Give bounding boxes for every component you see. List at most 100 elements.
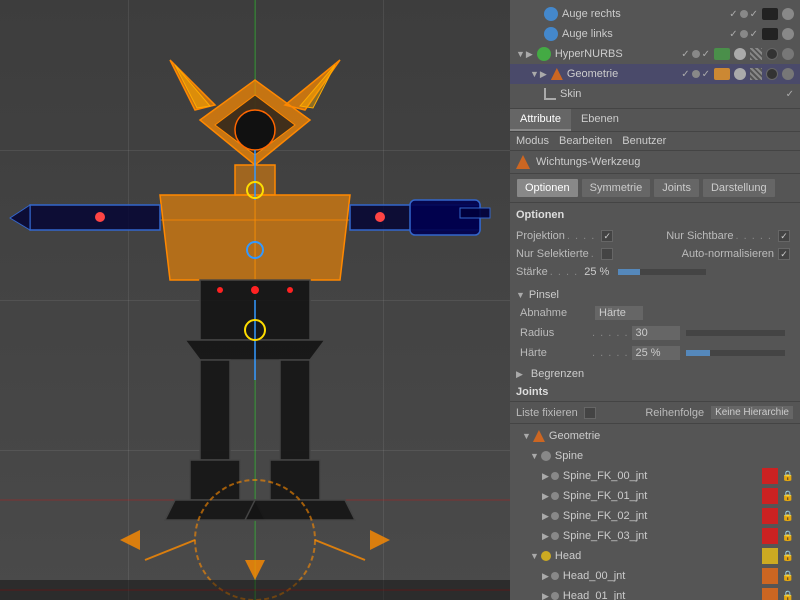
sphere-icon xyxy=(766,48,778,60)
scene-item-skin[interactable]: Skin ✓ xyxy=(510,84,800,104)
pinsel-section: ▼ Pinsel Abnahme Härte Radius . . . . . … xyxy=(510,285,800,365)
staerke-row: Stärke . . . . 25 % xyxy=(516,263,794,281)
joint-item-spine-fk-02[interactable]: ▶ Spine_FK_02_jnt 🔒 xyxy=(510,506,800,526)
staerke-slider-fill xyxy=(618,269,640,275)
render-dot xyxy=(740,30,748,38)
menu-benutzer[interactable]: Benutzer xyxy=(622,135,666,147)
head-00-lock: 🔒 xyxy=(782,571,794,582)
hierarchy-dropdown[interactable]: Keine Hierarchie xyxy=(710,405,794,420)
scene-item-geometrie[interactable]: ▼ ▶ Geometrie ✓ ✓ xyxy=(510,64,800,84)
active-check: ✓ xyxy=(750,9,758,20)
scene-item-label: HyperNURBS xyxy=(555,48,681,60)
nur-selektierte-checkbox[interactable] xyxy=(601,248,613,260)
abnahme-label: Abnahme xyxy=(520,307,590,319)
scene-item-label: Auge rechts xyxy=(562,8,729,20)
visibility-check: ✓ xyxy=(681,69,689,80)
radius-value[interactable]: 30 xyxy=(631,325,681,341)
haerte-row: Härte . . . . . 25 % xyxy=(516,343,794,363)
spine-fk-01-icon xyxy=(551,492,559,500)
begrenzen-row[interactable]: ▶ Begrenzen xyxy=(510,365,800,383)
pinsel-collapse-icon: ▼ xyxy=(516,290,525,300)
joint-expand-spine-fk-01: ▶ xyxy=(542,491,549,502)
tool-icon xyxy=(516,155,530,169)
hypernurbs-expand-icon: ▼ ▶ xyxy=(516,49,533,60)
joint-item-geometrie[interactable]: ▼ Geometrie xyxy=(510,426,800,446)
tab-ebenen[interactable]: Ebenen xyxy=(571,109,629,131)
sphere-icon xyxy=(766,68,778,80)
haerte-value[interactable]: 25 % xyxy=(631,345,681,361)
subtab-darstellung[interactable]: Darstellung xyxy=(702,178,776,198)
extra-icon xyxy=(782,68,794,80)
radius-slider[interactable] xyxy=(685,329,786,337)
geometrie-tree-icon xyxy=(533,430,545,442)
joint-item-spine-fk-00[interactable]: ▶ Spine_FK_00_jnt 🔒 xyxy=(510,466,800,486)
joint-label-spine-fk-02: Spine_FK_02_jnt xyxy=(563,510,762,522)
joint-item-head[interactable]: ▼ Head 🔒 xyxy=(510,546,800,566)
main-tabs: Attribute Ebenen xyxy=(510,109,800,132)
subtab-symmetrie[interactable]: Symmetrie xyxy=(581,178,652,198)
nur-selektierte-row: Nur Selektierte . Auto-normalisieren xyxy=(516,245,794,263)
head-color xyxy=(762,548,778,564)
nur-sichtbare-label: Nur Sichtbare xyxy=(666,230,733,242)
joint-expand-head-01: ▶ xyxy=(542,591,549,600)
joint-item-spine-fk-03[interactable]: ▶ Spine_FK_03_jnt 🔒 xyxy=(510,526,800,546)
abnahme-row: Abnahme Härte xyxy=(516,303,794,323)
pinsel-header[interactable]: ▼ Pinsel xyxy=(516,287,794,303)
render-dot xyxy=(692,70,700,78)
scene-item-icon xyxy=(537,47,551,61)
color-chip xyxy=(762,8,778,20)
staerke-slider[interactable] xyxy=(617,268,707,276)
active-check: ✓ xyxy=(702,49,710,60)
joints-title: Joints xyxy=(510,383,800,402)
abnahme-value[interactable]: Härte xyxy=(594,305,644,321)
joint-expand-spine-fk-03: ▶ xyxy=(542,531,549,542)
joints-toolbar: Liste fixieren Reihenfolge Keine Hierarc… xyxy=(510,402,800,424)
render-dot xyxy=(692,50,700,58)
spine-fk-02-lock: 🔒 xyxy=(782,511,794,522)
joint-item-head-01[interactable]: ▶ Head_01_jnt 🔒 xyxy=(510,586,800,600)
spine-fk-03-color xyxy=(762,528,778,544)
head-lock: 🔒 xyxy=(782,551,794,562)
scene-item-auge-links[interactable]: Auge links ✓ ✓ xyxy=(510,24,800,44)
material-ball xyxy=(734,68,746,80)
joint-label-head-00: Head_00_jnt xyxy=(563,570,762,582)
material-ball xyxy=(734,48,746,60)
joint-item-spine[interactable]: ▼ Spine xyxy=(510,446,800,466)
menu-modus[interactable]: Modus xyxy=(516,135,549,147)
joint-label-geometrie: Geometrie xyxy=(549,430,796,442)
scene-item-label: Skin xyxy=(560,88,786,100)
menu-bearbeiten[interactable]: Bearbeiten xyxy=(559,135,612,147)
projektion-checkbox[interactable] xyxy=(601,230,613,242)
subtab-joints[interactable]: Joints xyxy=(653,178,700,198)
begrenzen-expand-icon: ▶ xyxy=(516,369,523,380)
options-title: Optionen xyxy=(516,207,794,223)
subtab-optionen[interactable]: Optionen xyxy=(516,178,579,198)
visibility-check: ✓ xyxy=(786,89,794,100)
viewport-status-bar xyxy=(0,580,510,600)
haerte-slider[interactable] xyxy=(685,349,786,357)
reihenfolge-label: Reihenfolge xyxy=(645,407,704,419)
head-01-color xyxy=(762,588,778,600)
scene-hierarchy: Auge rechts ✓ ✓ Auge links ✓ ✓ xyxy=(510,0,800,109)
scene-item-hypernurbs[interactable]: ▼ ▶ HyperNURBS ✓ ✓ xyxy=(510,44,800,64)
spine-fk-01-lock: 🔒 xyxy=(782,491,794,502)
tab-attribute[interactable]: Attribute xyxy=(510,109,571,131)
spine-fk-00-color xyxy=(762,468,778,484)
material-ball xyxy=(782,8,794,20)
geometrie-expand-icon: ▼ ▶ xyxy=(530,69,547,80)
liste-fixieren-label: Liste fixieren xyxy=(516,407,578,419)
viewport-3d[interactable] xyxy=(0,0,510,600)
scene-item-icon xyxy=(544,27,558,41)
pinsel-title: Pinsel xyxy=(529,289,559,301)
nur-sichtbare-checkbox[interactable] xyxy=(778,230,790,242)
joint-item-spine-fk-01[interactable]: ▶ Spine_FK_01_jnt 🔒 xyxy=(510,486,800,506)
joint-item-head-00[interactable]: ▶ Head_00_jnt 🔒 xyxy=(510,566,800,586)
begrenzen-label: Begrenzen xyxy=(531,368,584,380)
joint-label-head: Head xyxy=(555,550,762,562)
liste-fixieren-checkbox[interactable] xyxy=(584,407,596,419)
scene-item-auge-rechts[interactable]: Auge rechts ✓ ✓ xyxy=(510,4,800,24)
head-00-icon xyxy=(551,572,559,580)
auto-normalisieren-checkbox[interactable] xyxy=(778,248,790,260)
tool-title-label: Wichtungs-Werkzeug xyxy=(536,156,640,168)
radius-row: Radius . . . . . 30 xyxy=(516,323,794,343)
